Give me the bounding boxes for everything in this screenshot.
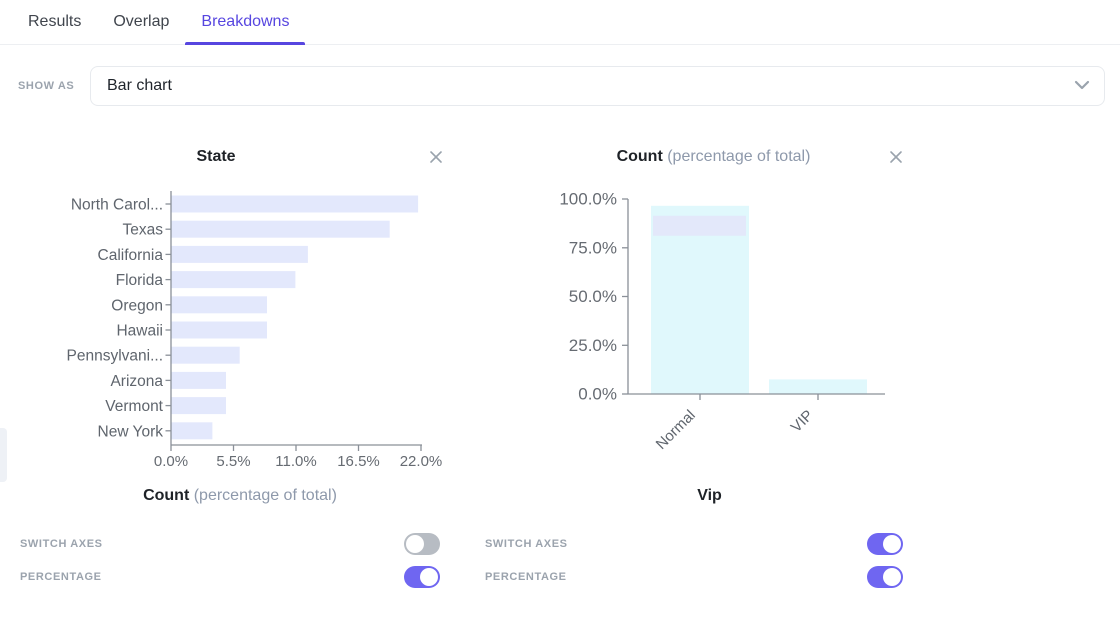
y-tick-label: 100.0% xyxy=(559,190,617,209)
bar[interactable] xyxy=(172,422,213,439)
toggle-knob xyxy=(883,568,901,586)
vip-chart-header: Count (percentage of total) xyxy=(555,140,920,174)
toggle-knob xyxy=(883,535,901,553)
x-tick-label: 0.0% xyxy=(154,453,188,470)
vip-breakdown-card: Count (percentage of total) 0.0% 25.0% 50.… xyxy=(555,140,920,505)
close-icon[interactable] xyxy=(872,143,920,171)
x-tick-label: 11.0% xyxy=(275,453,316,470)
chevron-down-icon xyxy=(1074,77,1090,95)
vip-chart-controls: SWITCH AXES PERCENTAGE xyxy=(485,533,903,599)
y-tick-label: 75.0% xyxy=(569,238,617,257)
percentage-label: PERCENTAGE xyxy=(20,571,102,583)
switch-axes-row: SWITCH AXES xyxy=(20,533,440,555)
vip-chart-title-suffix: (percentage of total) xyxy=(667,148,810,165)
switch-axes-row: SWITCH AXES xyxy=(485,533,903,555)
side-panel-handle[interactable] xyxy=(0,428,7,482)
bar[interactable] xyxy=(172,397,227,414)
bar[interactable] xyxy=(172,221,390,238)
y-tick-label: 0.0% xyxy=(578,385,617,404)
x-tick-label: 22.0% xyxy=(400,453,443,470)
category-label: Normal xyxy=(653,407,699,453)
category-label: Pennsylvani... xyxy=(67,348,164,365)
y-tick-label: 50.0% xyxy=(569,287,617,306)
switch-axes-label: SWITCH AXES xyxy=(485,538,568,550)
category-label: New York xyxy=(98,423,164,440)
close-icon[interactable] xyxy=(412,143,460,171)
switch-axes-label: SWITCH AXES xyxy=(20,538,103,550)
bar[interactable] xyxy=(172,196,419,213)
category-label: Vermont xyxy=(105,398,163,415)
category-label: Hawaii xyxy=(116,323,163,340)
show-as-select[interactable]: Bar chart xyxy=(90,66,1105,106)
switch-axes-toggle[interactable] xyxy=(867,533,903,555)
breakdowns-page: Results Overlap Breakdowns SHOW AS Bar c… xyxy=(0,0,1120,630)
state-chart-xaxis-label: Count (percentage of total) xyxy=(20,487,460,505)
tab-bar: Results Overlap Breakdowns xyxy=(0,0,1120,45)
x-tick-label: 16.5% xyxy=(337,453,380,470)
overlay-band xyxy=(653,216,746,236)
vip-chart-title: Count (percentage of total) xyxy=(555,148,872,166)
toggle-knob xyxy=(420,568,438,586)
vip-chart-xaxis-label: Vip xyxy=(555,487,920,505)
vip-chart-title-text: Count xyxy=(617,148,663,165)
category-label: North Carol... xyxy=(71,197,163,214)
tab-overlap[interactable]: Overlap xyxy=(97,0,185,45)
state-chart-title-text: State xyxy=(196,148,235,165)
bar[interactable] xyxy=(172,347,240,364)
bar[interactable] xyxy=(172,322,268,339)
xaxis-label-main: Count xyxy=(143,487,189,504)
tab-breakdowns[interactable]: Breakdowns xyxy=(185,0,305,45)
percentage-label: PERCENTAGE xyxy=(485,571,567,583)
tab-results[interactable]: Results xyxy=(12,0,97,45)
y-tick-label: 25.0% xyxy=(569,336,617,355)
bar[interactable] xyxy=(172,271,296,288)
xaxis-label-suffix: (percentage of total) xyxy=(194,487,337,504)
percentage-row: PERCENTAGE xyxy=(20,566,440,588)
category-label: Florida xyxy=(116,272,164,289)
state-chart-svg: North Carol... Texas California Florida Oreg… xyxy=(20,174,460,474)
state-chart-header: State xyxy=(20,140,460,174)
category-label: Texas xyxy=(123,222,164,239)
bar[interactable] xyxy=(172,296,268,313)
vip-chart-svg: 0.0% 25.0% 50.0% 75.0% 100.0% Normal VIP xyxy=(555,174,920,474)
switch-axes-toggle[interactable] xyxy=(404,533,440,555)
percentage-toggle[interactable] xyxy=(867,566,903,588)
state-chart-controls: SWITCH AXES PERCENTAGE xyxy=(20,533,440,599)
category-label: California xyxy=(98,247,164,264)
xaxis-label-main: Vip xyxy=(697,487,722,504)
bar[interactable] xyxy=(172,246,308,263)
category-label: Oregon xyxy=(111,297,163,314)
percentage-toggle[interactable] xyxy=(404,566,440,588)
toggle-knob xyxy=(406,535,424,553)
x-tick-label: 5.5% xyxy=(216,453,250,470)
percentage-row: PERCENTAGE xyxy=(485,566,903,588)
show-as-label: SHOW AS xyxy=(18,80,74,92)
bar[interactable] xyxy=(172,372,227,389)
state-chart-title: State xyxy=(20,148,412,166)
category-label: Arizona xyxy=(110,373,163,390)
state-breakdown-card: State North Carol... Texas California Flori… xyxy=(20,140,460,505)
category-label: VIP xyxy=(788,407,817,436)
bar[interactable] xyxy=(769,379,867,394)
show-as-value: Bar chart xyxy=(107,77,172,95)
